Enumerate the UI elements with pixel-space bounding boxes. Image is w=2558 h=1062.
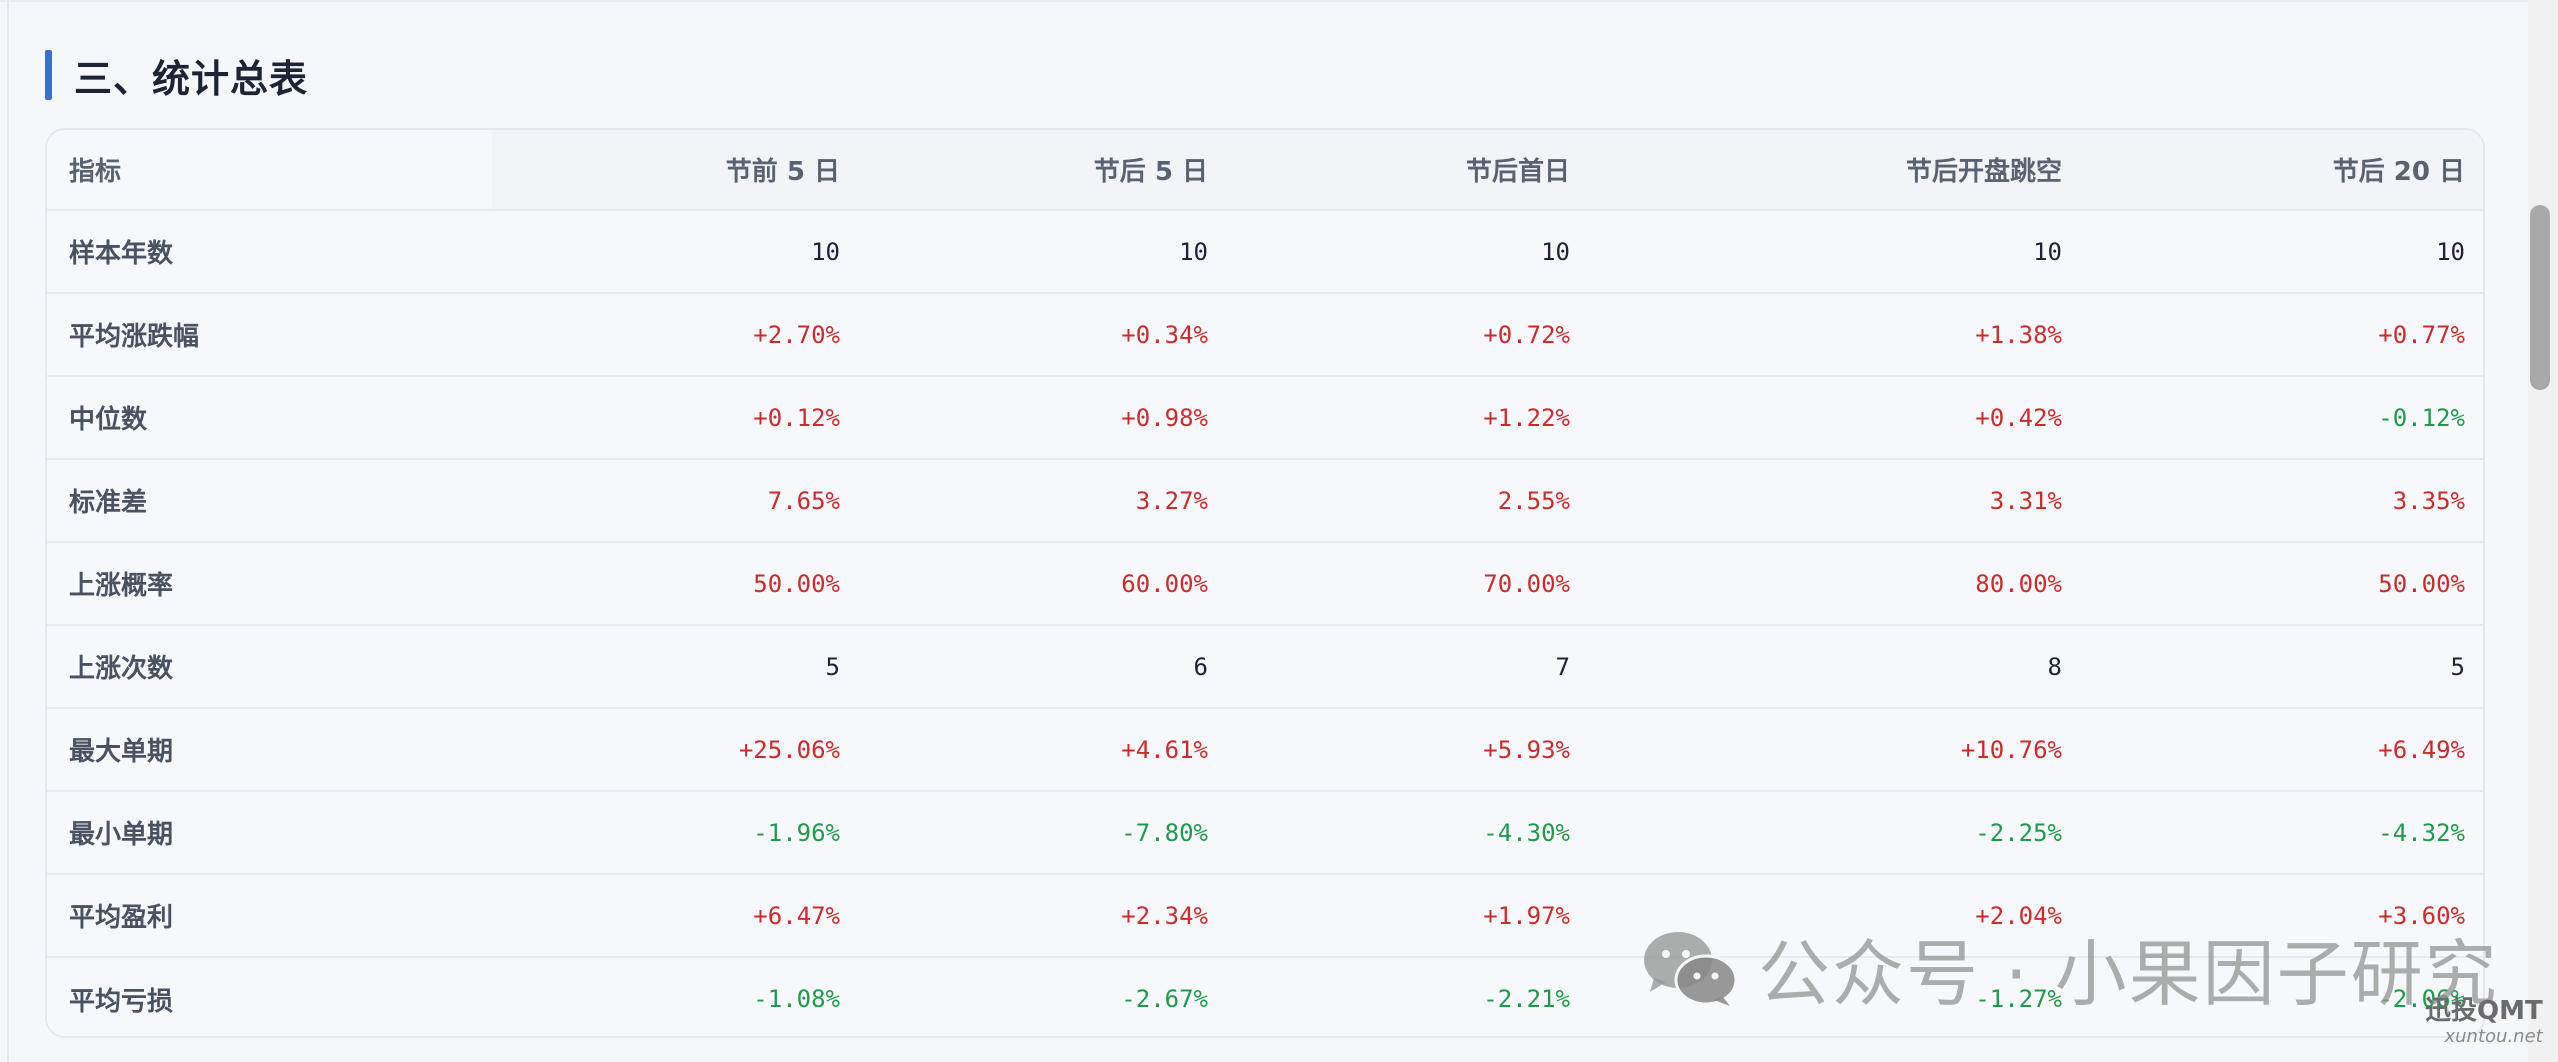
row-label: 样本年数 — [47, 210, 492, 294]
table-cell: 7 — [1230, 625, 1592, 709]
table-cell: +2.70% — [492, 293, 862, 377]
row-label: 上涨次数 — [47, 625, 492, 709]
row-label: 平均亏损 — [47, 957, 492, 1036]
row-label: 标准差 — [47, 459, 492, 543]
table-cell: 3.31% — [1592, 459, 2084, 543]
table-cell: 6 — [862, 625, 1230, 709]
table-row: 上涨概率 50.00% 60.00% 70.00% 80.00% 50.00% — [47, 542, 2483, 626]
row-label: 上涨概率 — [47, 542, 492, 626]
table-cell: -2.25% — [1592, 791, 2084, 875]
table-cell: +6.49% — [2084, 708, 2483, 792]
vertical-scrollbar-thumb[interactable] — [2530, 205, 2550, 390]
page: 三、统计总表 指标 节前 5 日 节后 5 日 节后首日 节后开盘跳空 节后 2… — [0, 0, 2558, 1062]
table-cell: -2.67% — [862, 957, 1230, 1036]
table-cell: +1.38% — [1592, 293, 2084, 377]
table-cell: +3.60% — [2084, 874, 2483, 958]
stats-table: 指标 节前 5 日 节后 5 日 节后首日 节后开盘跳空 节后 20 日 样本年… — [47, 130, 2483, 1036]
left-divider — [7, 0, 9, 1062]
table-body: 样本年数 10 10 10 10 10 平均涨跌幅 +2.70% +0.34% +0.72% +1.… — [47, 210, 2483, 1036]
table-row: 最大单期 +25.06% +4.61% +5.93% +10.76% +6.49% — [47, 708, 2483, 792]
table-cell: +10.76% — [1592, 708, 2084, 792]
table-row: 中位数 +0.12% +0.98% +1.22% +0.42% -0.12% — [47, 376, 2483, 460]
table-cell: +0.72% — [1230, 293, 1592, 377]
row-label: 中位数 — [47, 376, 492, 460]
table-cell: +1.97% — [1230, 874, 1592, 958]
section-header: 三、统计总表 — [45, 47, 308, 103]
table-cell: +2.34% — [862, 874, 1230, 958]
table-cell: +0.77% — [2084, 293, 2483, 377]
table-cell: +5.93% — [1230, 708, 1592, 792]
table-cell: 7.65% — [492, 459, 862, 543]
table-row: 平均涨跌幅 +2.70% +0.34% +0.72% +1.38% +0.77% — [47, 293, 2483, 377]
table-cell: -7.80% — [862, 791, 1230, 875]
row-label: 平均涨跌幅 — [47, 293, 492, 377]
table-cell: -2.06% — [2084, 957, 2483, 1036]
table-cell: +0.98% — [862, 376, 1230, 460]
table-cell: -1.96% — [492, 791, 862, 875]
table-cell: -4.30% — [1230, 791, 1592, 875]
column-header-metric[interactable]: 指标 — [47, 130, 492, 211]
column-header-post-20d[interactable]: 节后 20 日 — [2084, 130, 2483, 211]
row-label: 最大单期 — [47, 708, 492, 792]
row-label: 最小单期 — [47, 791, 492, 875]
table-row: 平均盈利 +6.47% +2.34% +1.97% +2.04% +3.60% — [47, 874, 2483, 958]
table-cell: 10 — [1230, 210, 1592, 294]
table-cell: 10 — [1592, 210, 2084, 294]
section-accent-bar — [45, 50, 52, 100]
table-cell: 10 — [862, 210, 1230, 294]
table-cell: +0.42% — [1592, 376, 2084, 460]
table-cell: 5 — [2084, 625, 2483, 709]
table-cell: -2.21% — [1230, 957, 1592, 1036]
column-header-post-first-day[interactable]: 节后首日 — [1230, 130, 1592, 211]
row-label: 平均盈利 — [47, 874, 492, 958]
table-cell: +0.34% — [862, 293, 1230, 377]
table-cell: -0.12% — [2084, 376, 2483, 460]
stats-table-card: 指标 节前 5 日 节后 5 日 节后首日 节后开盘跳空 节后 20 日 样本年… — [45, 128, 2485, 1038]
table-row: 平均亏损 -1.08% -2.67% -2.21% -1.27% -2.06% — [47, 957, 2483, 1036]
table-cell: +4.61% — [862, 708, 1230, 792]
table-cell: 10 — [492, 210, 862, 294]
table-cell: +1.22% — [1230, 376, 1592, 460]
table-cell: -4.32% — [2084, 791, 2483, 875]
table-cell: 70.00% — [1230, 542, 1592, 626]
vertical-scrollbar-track[interactable] — [2528, 0, 2558, 1062]
header-row: 指标 节前 5 日 节后 5 日 节后首日 节后开盘跳空 节后 20 日 — [47, 130, 2483, 211]
table-cell: -1.27% — [1592, 957, 2084, 1036]
table-row: 上涨次数 5 6 7 8 5 — [47, 625, 2483, 709]
table-cell: +2.04% — [1592, 874, 2084, 958]
table-cell: 3.35% — [2084, 459, 2483, 543]
section-title: 三、统计总表 — [74, 56, 309, 101]
table-cell: +25.06% — [492, 708, 862, 792]
table-cell: +6.47% — [492, 874, 862, 958]
column-header-post-open-gap[interactable]: 节后开盘跳空 — [1592, 130, 2084, 211]
column-header-post-5d[interactable]: 节后 5 日 — [862, 130, 1230, 211]
table-cell: 50.00% — [492, 542, 862, 626]
table-cell: 80.00% — [1592, 542, 2084, 626]
table-header: 指标 节前 5 日 节后 5 日 节后首日 节后开盘跳空 节后 20 日 — [47, 130, 2483, 211]
table-row: 标准差 7.65% 3.27% 2.55% 3.31% 3.35% — [47, 459, 2483, 543]
table-cell: -1.08% — [492, 957, 862, 1036]
table-cell: 5 — [492, 625, 862, 709]
table-cell: 2.55% — [1230, 459, 1592, 543]
table-cell: 50.00% — [2084, 542, 2483, 626]
table-row: 最小单期 -1.96% -7.80% -4.30% -2.25% -4.32% — [47, 791, 2483, 875]
table-row: 样本年数 10 10 10 10 10 — [47, 210, 2483, 294]
table-cell: +0.12% — [492, 376, 862, 460]
column-header-pre-5d[interactable]: 节前 5 日 — [492, 130, 862, 211]
table-cell: 10 — [2084, 210, 2483, 294]
top-divider — [0, 0, 2528, 2]
table-cell: 60.00% — [862, 542, 1230, 626]
table-cell: 3.27% — [862, 459, 1230, 543]
table-cell: 8 — [1592, 625, 2084, 709]
